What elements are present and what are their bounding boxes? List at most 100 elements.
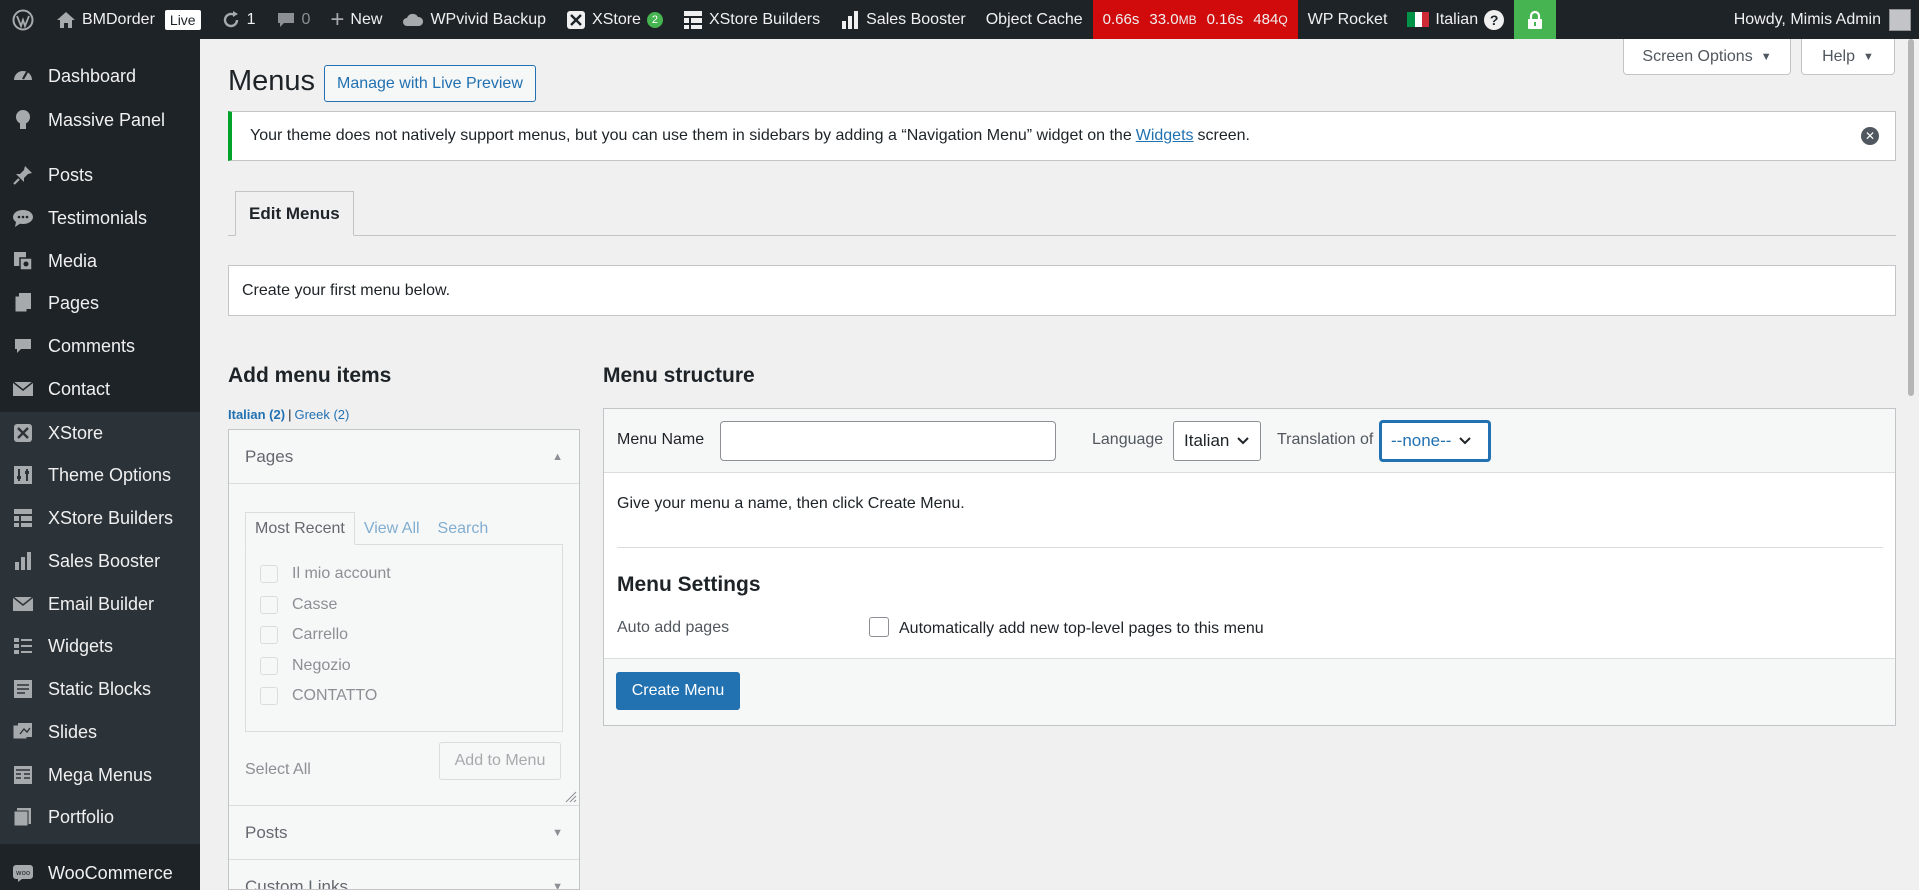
xstore-builders-menu[interactable]: XStore Builders bbox=[673, 0, 830, 39]
list-item[interactable]: Il mio account bbox=[246, 559, 562, 590]
widgets-link[interactable]: Widgets bbox=[1136, 127, 1194, 145]
sales-booster-menu[interactable]: Sales Booster bbox=[830, 0, 976, 39]
security-lock-menu[interactable] bbox=[1514, 0, 1557, 39]
sidebar-item-email-builder[interactable]: Email Builder bbox=[0, 584, 200, 624]
menu-name-label: Menu Name bbox=[617, 431, 705, 448]
sidebar-item-mega-menus[interactable]: Mega Menus bbox=[0, 755, 200, 795]
select-all-link[interactable]: Select All bbox=[245, 761, 311, 779]
language-label: Language bbox=[1092, 431, 1164, 448]
checkbox[interactable] bbox=[260, 687, 278, 706]
page-scrollbar[interactable] bbox=[1904, 39, 1919, 399]
page-title: Menus bbox=[228, 65, 316, 97]
auto-add-pages-checkbox[interactable] bbox=[869, 617, 889, 637]
auto-add-pages-text[interactable]: Automatically add new top-level pages to… bbox=[899, 620, 1264, 638]
add-menu-items-title: Add menu items bbox=[228, 364, 392, 387]
sidebar-item-portfolio[interactable]: Portfolio bbox=[0, 797, 200, 837]
caret-down-icon: ▼ bbox=[552, 880, 563, 890]
checkbox[interactable] bbox=[260, 656, 278, 675]
comments-menu[interactable]: 0 bbox=[266, 0, 321, 39]
sidebar-item-posts[interactable]: Posts bbox=[0, 155, 200, 195]
theme-support-notice: Your theme does not natively support men… bbox=[228, 111, 1896, 161]
site-name-menu[interactable]: BMDorder Live bbox=[46, 0, 211, 39]
sidebar-item-xstore-builders[interactable]: XStore Builders bbox=[0, 498, 200, 538]
sidebar-item-label: XStore Builders bbox=[48, 507, 174, 528]
svg-text:woo: woo bbox=[16, 869, 30, 877]
plus-icon: + bbox=[330, 5, 345, 33]
list-item[interactable]: Negozio bbox=[246, 651, 562, 682]
list-item[interactable]: Casse bbox=[246, 590, 562, 621]
posts-section-header[interactable]: Posts ▼ bbox=[229, 806, 579, 860]
menu-name-input[interactable] bbox=[720, 421, 1056, 461]
wpvivid-label: WPvivid Backup bbox=[430, 10, 547, 28]
custom-links-section-header[interactable]: Custom Links ▼ bbox=[229, 860, 579, 890]
resize-grip-icon[interactable] bbox=[563, 789, 577, 803]
howdy-user-menu[interactable]: Howdy, Mimis Admin bbox=[1734, 11, 1881, 29]
portfolio-icon bbox=[12, 806, 34, 828]
sidebar-item-contact[interactable]: Contact bbox=[0, 369, 200, 409]
sidebar-item-widgets[interactable]: Widgets bbox=[0, 626, 200, 666]
create-menu-button[interactable]: Create Menu bbox=[616, 672, 740, 710]
question-icon[interactable]: ? bbox=[1484, 9, 1505, 30]
sidebar-item-label: Mega Menus bbox=[48, 764, 153, 785]
wp-rocket-menu[interactable]: WP Rocket bbox=[1298, 0, 1398, 39]
screen-options-button[interactable]: Screen Options ▼ bbox=[1623, 39, 1791, 75]
sidebar-item-theme-options[interactable]: Theme Options bbox=[0, 455, 200, 495]
sidebar-item-media[interactable]: Media bbox=[0, 241, 200, 281]
translation-of-select[interactable]: --none-- bbox=[1380, 421, 1490, 461]
language-switcher-menu[interactable]: Italian ? bbox=[1397, 0, 1514, 39]
sidebar-item-label: Email Builder bbox=[48, 593, 155, 614]
sidebar-item-label: Theme Options bbox=[48, 464, 172, 485]
help-button[interactable]: Help ▼ bbox=[1801, 39, 1895, 75]
new-content-menu[interactable]: + New bbox=[320, 0, 392, 39]
tab-search[interactable]: Search bbox=[429, 512, 498, 545]
sidebar-item-label: Media bbox=[48, 250, 98, 271]
tab-most-recent[interactable]: Most Recent bbox=[245, 512, 355, 545]
caret-down-icon: ▼ bbox=[1760, 50, 1772, 63]
sidebar-item-label: Portfolio bbox=[48, 806, 115, 827]
sidebar-item-woocommerce[interactable]: woo WooCommerce bbox=[0, 853, 200, 890]
tab-edit-menus[interactable]: Edit Menus bbox=[235, 191, 354, 236]
sidebar-item-label: Static Blocks bbox=[48, 678, 152, 699]
sidebar-item-slides[interactable]: Slides bbox=[0, 712, 200, 752]
perf-memory: 33.0MB bbox=[1149, 11, 1197, 28]
wordpress-logo-menu[interactable] bbox=[0, 0, 46, 39]
avatar[interactable] bbox=[1889, 8, 1911, 31]
language-filter-italian[interactable]: Italian (2) bbox=[228, 407, 285, 422]
language-filter: Italian (2) | Greek (2) bbox=[228, 407, 350, 422]
cloud-icon bbox=[403, 13, 424, 26]
sidebar-item-static-blocks[interactable]: Static Blocks bbox=[0, 669, 200, 709]
checkbox[interactable] bbox=[260, 626, 278, 645]
query-monitor-menu[interactable]: 0.66s 33.0MB 0.16s 484Q bbox=[1092, 0, 1298, 39]
pages-section-header[interactable]: Pages ▲ bbox=[229, 430, 579, 484]
sidebar-item-dashboard[interactable]: Dashboard bbox=[0, 56, 200, 96]
pages-tabs: Most Recent View All Search bbox=[245, 512, 497, 545]
caret-down-icon: ▼ bbox=[1863, 50, 1874, 63]
mega-menu-icon bbox=[12, 764, 34, 786]
language-filter-greek[interactable]: Greek (2) bbox=[294, 407, 349, 422]
perf-query-time: 0.16s bbox=[1206, 11, 1244, 28]
sidebar-item-label: Massive Panel bbox=[48, 109, 166, 130]
xstore-menu[interactable]: XStore 2 bbox=[556, 0, 673, 39]
sidebar-item-comments[interactable]: Comments bbox=[0, 326, 200, 366]
main-content: Screen Options ▼ Help ▼ Menus Manage wit… bbox=[200, 39, 1919, 890]
sidebar-item-testimonials[interactable]: Testimonials bbox=[0, 198, 200, 238]
manage-live-preview-button[interactable]: Manage with Live Preview bbox=[324, 65, 536, 102]
sidebar-item-xstore[interactable]: XStore bbox=[0, 413, 200, 453]
refresh-icon bbox=[223, 10, 238, 27]
sidebar-item-label: Contact bbox=[48, 378, 111, 399]
list-item[interactable]: Carrello bbox=[246, 620, 562, 651]
sidebar-item-massive-panel[interactable]: Massive Panel bbox=[0, 100, 200, 140]
list-item[interactable]: CONTATTO bbox=[246, 681, 562, 712]
checkbox[interactable] bbox=[260, 595, 278, 614]
wpvivid-menu[interactable]: WPvivid Backup bbox=[392, 0, 556, 39]
scrollbar-thumb[interactable] bbox=[1908, 39, 1914, 396]
updates-menu[interactable]: 1 bbox=[211, 0, 266, 39]
object-cache-menu[interactable]: Object Cache bbox=[976, 0, 1093, 39]
sidebar-item-sales-booster[interactable]: Sales Booster bbox=[0, 541, 200, 581]
language-select[interactable]: Italian bbox=[1173, 421, 1261, 461]
checkbox[interactable] bbox=[260, 565, 278, 584]
tab-view-all[interactable]: View All bbox=[355, 512, 429, 545]
dismiss-notice-icon[interactable]: ✕ bbox=[1861, 127, 1879, 145]
add-to-menu-button[interactable]: Add to Menu bbox=[439, 742, 561, 780]
sidebar-item-pages[interactable]: Pages bbox=[0, 283, 200, 323]
